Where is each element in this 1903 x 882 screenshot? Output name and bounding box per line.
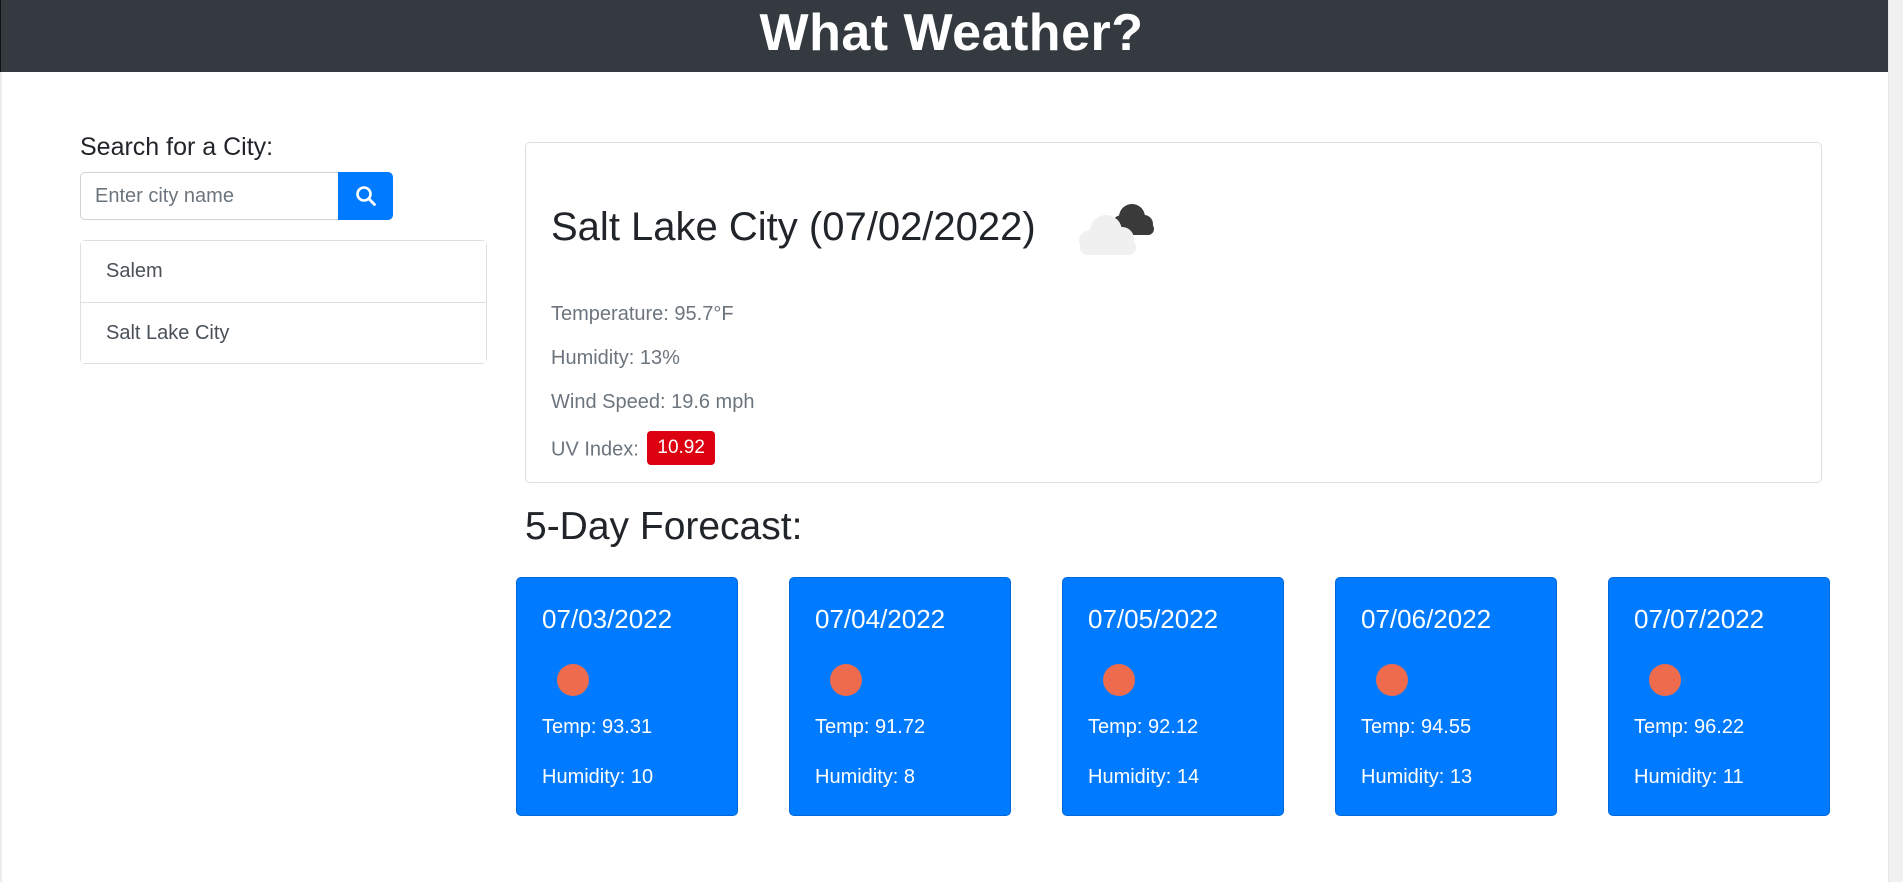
forecast-card: 07/06/2022 Temp: 94.55 Humidity: 13: [1335, 577, 1557, 816]
forecast-temp: Temp: 93.31: [542, 716, 653, 738]
forecast-date: 07/06/2022: [1361, 604, 1492, 634]
forecast-date: 07/05/2022: [1088, 604, 1219, 634]
current-weather-card: Salt Lake City (07/02/2022) Temperature:…: [525, 142, 1822, 483]
search-button[interactable]: [338, 172, 393, 220]
city-search-input[interactable]: [80, 172, 338, 220]
history-item-salt-lake-city[interactable]: Salt Lake City: [81, 302, 486, 363]
history-item-salem[interactable]: Salem: [81, 241, 486, 302]
search-history-list: Salem Salt Lake City: [80, 240, 487, 364]
sun-icon: [1103, 664, 1135, 696]
forecast-date: 07/03/2022: [542, 604, 673, 634]
app-header: What Weather?: [0, 0, 1903, 72]
forecast-date: 07/07/2022: [1634, 604, 1765, 634]
app-title: What Weather?: [759, 4, 1144, 62]
forecast-humidity: Humidity: 13: [1361, 766, 1473, 788]
vertical-scrollbar[interactable]: [1888, 0, 1903, 882]
search-label: Search for a City:: [80, 133, 274, 161]
forecast-humidity: Humidity: 14: [1088, 766, 1200, 788]
forecast-temp: Temp: 91.72: [815, 716, 926, 738]
sun-icon: [830, 664, 862, 696]
temperature-text: Temperature: 95.7°F: [551, 303, 734, 325]
page-edge: [0, 72, 2, 882]
forecast-card: 07/04/2022 Temp: 91.72 Humidity: 8: [789, 577, 1011, 816]
forecast-date: 07/04/2022: [815, 604, 946, 634]
forecast-temp: Temp: 96.22: [1634, 716, 1745, 738]
uv-index-row: UV Index: 10.92: [551, 431, 715, 465]
forecast-temp: Temp: 92.12: [1088, 716, 1199, 738]
wind-speed-text: Wind Speed: 19.6 mph: [551, 391, 755, 413]
search-icon: [355, 186, 376, 206]
uv-index-badge: 10.92: [647, 431, 715, 465]
humidity-text: Humidity: 13%: [551, 347, 680, 369]
forecast-humidity: Humidity: 8: [815, 766, 916, 788]
forecast-humidity: Humidity: 11: [1634, 766, 1744, 788]
current-city-title: Salt Lake City (07/02/2022): [551, 205, 1036, 249]
sun-icon: [557, 664, 589, 696]
forecast-card: 07/03/2022 Temp: 93.31 Humidity: 10: [516, 577, 738, 816]
uv-index-label: UV Index:: [551, 438, 639, 461]
forecast-humidity: Humidity: 10: [542, 766, 654, 788]
sun-icon: [1376, 664, 1408, 696]
forecast-title: 5-Day Forecast:: [525, 505, 803, 548]
forecast-temp: Temp: 94.55: [1361, 716, 1472, 738]
forecast-card: 07/05/2022 Temp: 92.12 Humidity: 14: [1062, 577, 1284, 816]
partly-cloudy-icon: [1079, 204, 1154, 255]
sun-icon: [1649, 664, 1681, 696]
forecast-card: 07/07/2022 Temp: 96.22 Humidity: 11: [1608, 577, 1830, 816]
